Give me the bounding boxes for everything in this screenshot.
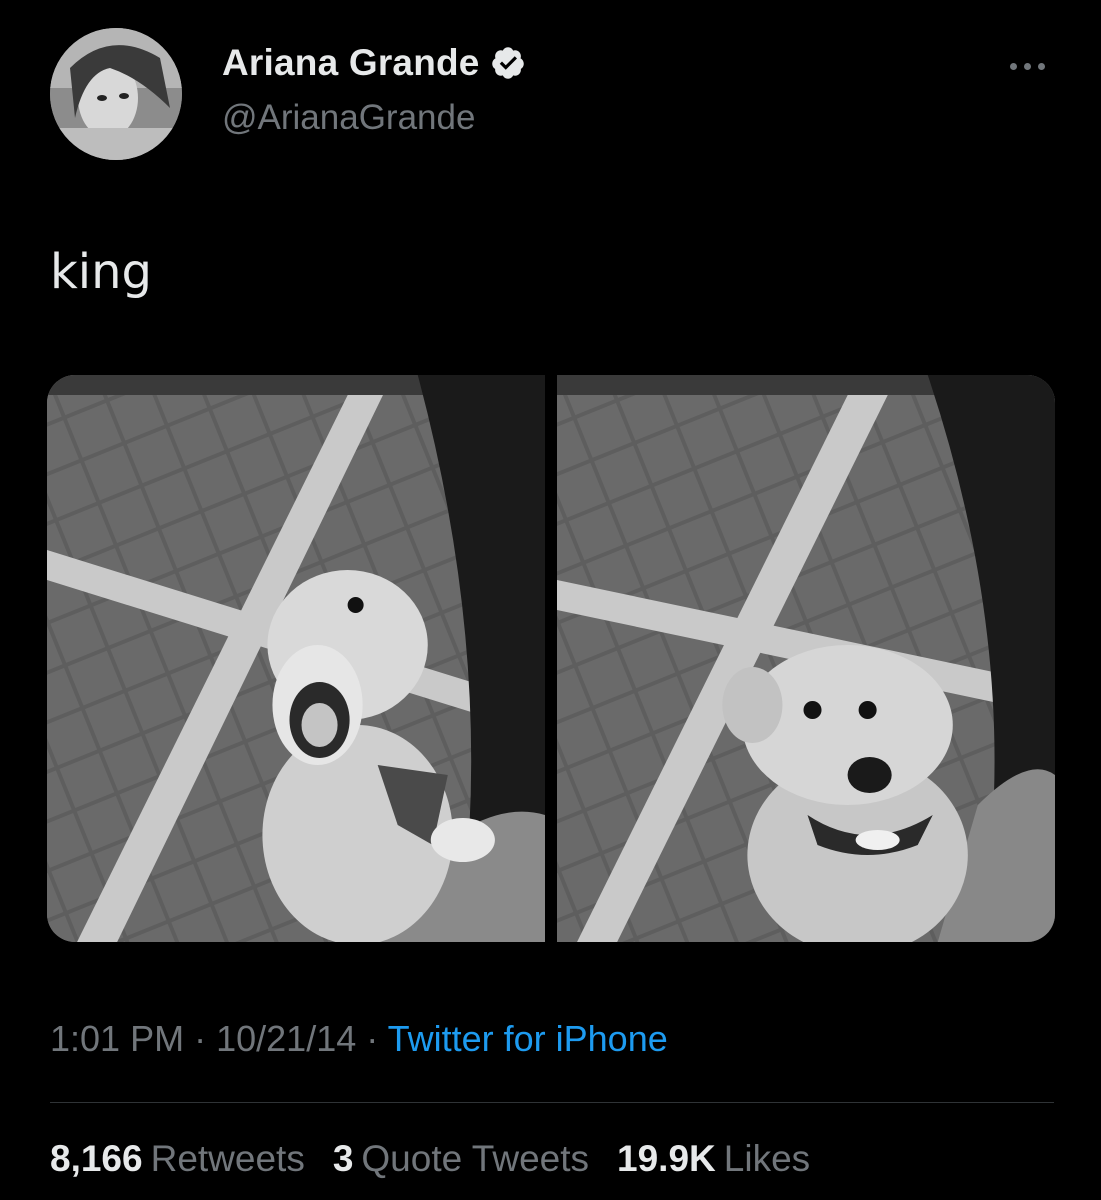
user-handle[interactable]: @ArianaGrande	[222, 98, 475, 138]
retweets-count: 8,166	[50, 1138, 143, 1179]
meta-separator: ·	[366, 1018, 379, 1059]
likes-label: Likes	[723, 1138, 811, 1179]
tweet-text: king	[50, 244, 153, 300]
avatar[interactable]	[50, 28, 182, 160]
quote-tweets-stat[interactable]: 3 Quote Tweets	[333, 1138, 589, 1180]
tweet-photo-1[interactable]	[47, 375, 545, 942]
tweet-meta: 1:01 PM · 10/21/14 · Twitter for iPhone	[50, 1018, 668, 1060]
more-options-icon[interactable]	[1003, 56, 1051, 76]
author-name-row[interactable]: Ariana Grande	[222, 42, 526, 84]
retweets-label: Retweets	[150, 1138, 305, 1179]
tweet-source-link[interactable]: Twitter for iPhone	[388, 1018, 668, 1059]
likes-count: 19.9K	[617, 1138, 716, 1179]
meta-separator: ·	[194, 1018, 207, 1059]
divider	[50, 1102, 1054, 1103]
more-dot	[1037, 62, 1045, 70]
verified-badge-icon	[491, 47, 524, 79]
likes-stat[interactable]: 19.9K Likes	[617, 1138, 810, 1180]
more-dot	[1009, 62, 1017, 70]
quote-tweets-count: 3	[332, 1138, 354, 1179]
tweet-photo-2[interactable]	[557, 375, 1055, 942]
tweet-stats: 8,166 Retweets 3 Quote Tweets 19.9K Likes	[50, 1138, 810, 1180]
tweet-media-grid	[47, 375, 1055, 942]
retweets-stat[interactable]: 8,166 Retweets	[50, 1138, 305, 1180]
tweet-time[interactable]: 1:01 PM	[50, 1018, 184, 1059]
quote-tweets-label: Quote Tweets	[361, 1138, 590, 1179]
more-dot	[1023, 62, 1031, 70]
display-name[interactable]: Ariana Grande	[222, 42, 480, 84]
tweet-date[interactable]: 10/21/14	[216, 1018, 356, 1059]
